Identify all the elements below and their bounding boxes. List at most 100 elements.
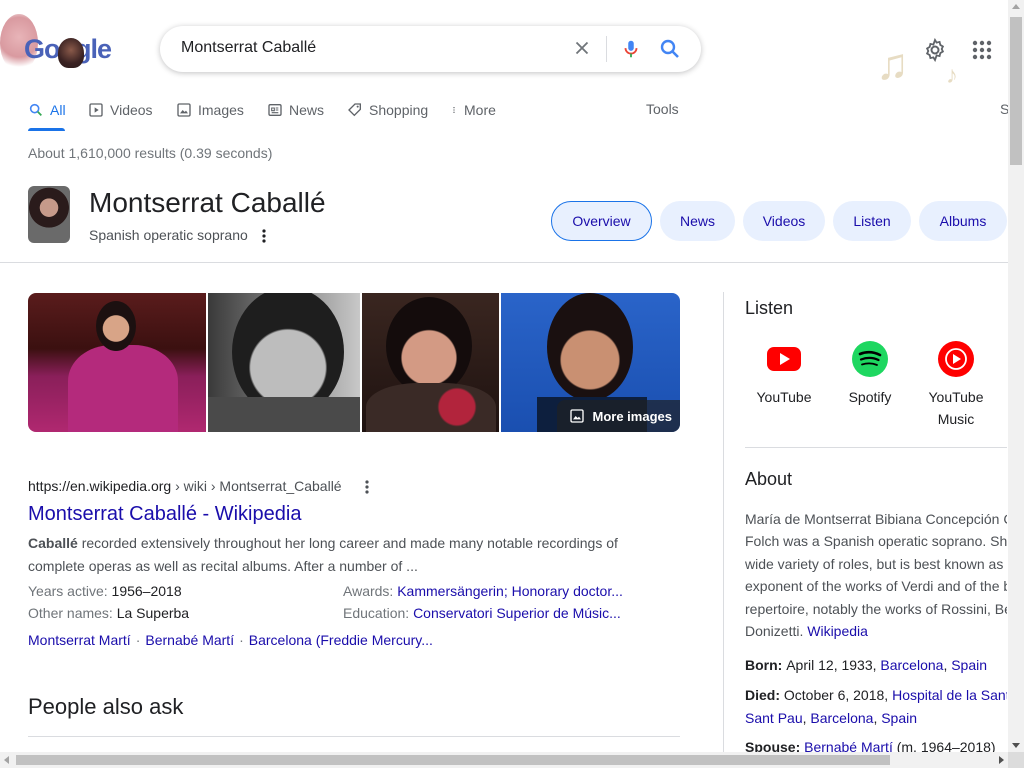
place-link[interactable]: Sant Pau: [745, 710, 803, 726]
scroll-thumb[interactable]: [1010, 17, 1022, 165]
fact-education: Education: Conservatori Superior de Músi…: [343, 605, 621, 621]
fact-awards: Awards: Kammersängerin; Honorary doctor.…: [343, 583, 623, 599]
chip-listen[interactable]: Listen: [833, 201, 911, 241]
result-domain: https://en.wikipedia.org: [28, 478, 172, 494]
more-vert-icon[interactable]: [362, 478, 372, 496]
apps-grid-icon[interactable]: [970, 38, 994, 62]
image-icon: [177, 103, 191, 117]
about-line: exponent of the works of Verdi and of th…: [745, 578, 1007, 595]
fact-key: Years active:: [28, 583, 112, 599]
more-vert-icon: [453, 107, 455, 113]
tools-button[interactable]: Tools: [646, 101, 679, 117]
doodle-portrait: [58, 38, 84, 68]
google-doodle-logo[interactable]: Google: [0, 8, 120, 72]
result-snippet: Caballé recorded extensively throughout …: [28, 532, 628, 578]
place-link[interactable]: Barcelona: [810, 710, 873, 726]
related-links: Montserrat Martí · Bernabé Martí · Barcelona…: [28, 632, 433, 648]
image-thumbnail[interactable]: [28, 293, 206, 432]
fact-key: Education:: [343, 605, 414, 621]
chip-videos[interactable]: Videos: [743, 201, 825, 241]
place-link[interactable]: Spain: [951, 657, 987, 673]
about-line: Folch was a Spanish operatic soprano. Sh: [745, 533, 1007, 550]
result-title-link[interactable]: Montserrat Caballé - Wikipedia: [28, 503, 301, 526]
chip-albums[interactable]: Albums: [919, 201, 1007, 241]
image-thumbnail[interactable]: [362, 293, 499, 432]
more-vert-icon[interactable]: [258, 227, 270, 245]
header-divider: [0, 262, 1008, 263]
service-youtube[interactable]: YouTube: [744, 340, 824, 408]
fact-value: La Superba: [116, 605, 190, 621]
entity-thumbnail[interactable]: [28, 186, 70, 243]
related-link[interactable]: Bernabé Martí: [145, 632, 234, 648]
snippet-bold: Caballé: [28, 535, 78, 551]
settings-gear-icon[interactable]: [923, 38, 947, 62]
more-images-button[interactable]: More images: [556, 400, 680, 432]
tab-images[interactable]: Images: [176, 101, 244, 119]
result-url[interactable]: https://en.wikipedia.org › wiki › Montse…: [28, 478, 342, 494]
about-line: wide variety of roles, but is best known…: [745, 555, 1004, 572]
tab-news[interactable]: News: [267, 101, 324, 119]
tab-label: Shopping: [369, 102, 429, 118]
image-thumbnail[interactable]: More images: [501, 293, 680, 432]
about-line: Donizetti. Wikipedia: [745, 620, 1007, 642]
panel-section-divider: [745, 447, 1007, 448]
search-box[interactable]: Montserrat Caballé: [160, 26, 701, 72]
related-link[interactable]: Montserrat Martí: [28, 632, 131, 648]
about-line: María de Montserrat Bibiana Concepción C: [745, 511, 1007, 527]
about-line: repertoire, notably the works of Rossini…: [745, 600, 1007, 617]
fact-born: Born: April 12, 1933, Barcelona, Spain: [745, 657, 988, 673]
chip-overview[interactable]: Overview: [551, 201, 652, 241]
fact-key: Awards:: [343, 583, 398, 599]
tab-videos[interactable]: Videos: [88, 101, 153, 119]
place-link[interactable]: Spain: [881, 710, 917, 726]
tab-all[interactable]: All: [28, 101, 66, 119]
scroll-up-arrow-icon[interactable]: [1012, 4, 1020, 9]
about-line-text: Donizetti.: [745, 623, 804, 640]
people-also-ask-divider: [28, 736, 680, 737]
service-label: YouTube Music: [928, 389, 984, 427]
fact-link[interactable]: Conservatori Superior de Músic...: [413, 605, 621, 621]
separator-dot: ·: [135, 632, 141, 648]
horizontal-scrollbar[interactable]: [0, 752, 1008, 768]
tab-more[interactable]: More: [450, 101, 496, 119]
wikipedia-link[interactable]: Wikipedia: [807, 623, 868, 639]
scroll-left-arrow-icon[interactable]: [4, 756, 9, 764]
play-icon: [89, 103, 103, 117]
microphone-icon[interactable]: [620, 37, 642, 61]
fact-value: April 12, 1933,: [786, 657, 881, 673]
related-link[interactable]: Barcelona (Freddie Mercury...: [249, 632, 433, 648]
people-also-ask-heading: People also ask: [28, 694, 184, 719]
newspaper-icon: [268, 104, 282, 116]
place-link[interactable]: Hospital de la Sant: [892, 687, 1007, 703]
image-icon: [569, 409, 584, 423]
chip-news[interactable]: News: [660, 201, 735, 241]
clear-icon[interactable]: [571, 37, 593, 59]
search-icon[interactable]: [658, 37, 682, 61]
fact-years-active: Years active: 1956–2018: [28, 583, 182, 599]
about-heading: About: [745, 469, 793, 489]
search-divider: [606, 36, 607, 62]
scroll-thumb[interactable]: [16, 755, 890, 765]
scroll-down-arrow-icon[interactable]: [1012, 743, 1020, 748]
search-input[interactable]: Montserrat Caballé: [181, 39, 316, 57]
scrollbar-corner: [1008, 752, 1024, 768]
fact-key: Died:: [745, 687, 784, 703]
service-youtube-music[interactable]: YouTube Music: [916, 340, 996, 430]
service-spotify[interactable]: Spotify: [830, 340, 910, 408]
about-text: María de Montserrat Bibiana Concepción C…: [745, 508, 1007, 642]
fact-link[interactable]: Kammersängerin; Honorary doctor...: [397, 583, 623, 599]
scroll-right-arrow-icon[interactable]: [999, 756, 1004, 764]
fact-key: Born:: [745, 657, 787, 673]
panel-divider: [723, 292, 724, 752]
snippet-text: recorded extensively throughout her long…: [28, 535, 618, 574]
active-tab-indicator: [28, 128, 65, 131]
place-link[interactable]: Barcelona: [880, 657, 943, 673]
image-strip: More images: [28, 293, 680, 432]
image-thumbnail[interactable]: [208, 293, 360, 432]
tab-shopping[interactable]: Shopping: [347, 101, 428, 119]
separator-dot: ·: [239, 632, 244, 648]
fact-died: Died: October 6, 2018, Hospital de la Sa…: [745, 684, 1007, 730]
vertical-scrollbar[interactable]: [1008, 0, 1024, 752]
tab-label: More: [464, 102, 496, 118]
service-label: Spotify: [848, 389, 892, 405]
